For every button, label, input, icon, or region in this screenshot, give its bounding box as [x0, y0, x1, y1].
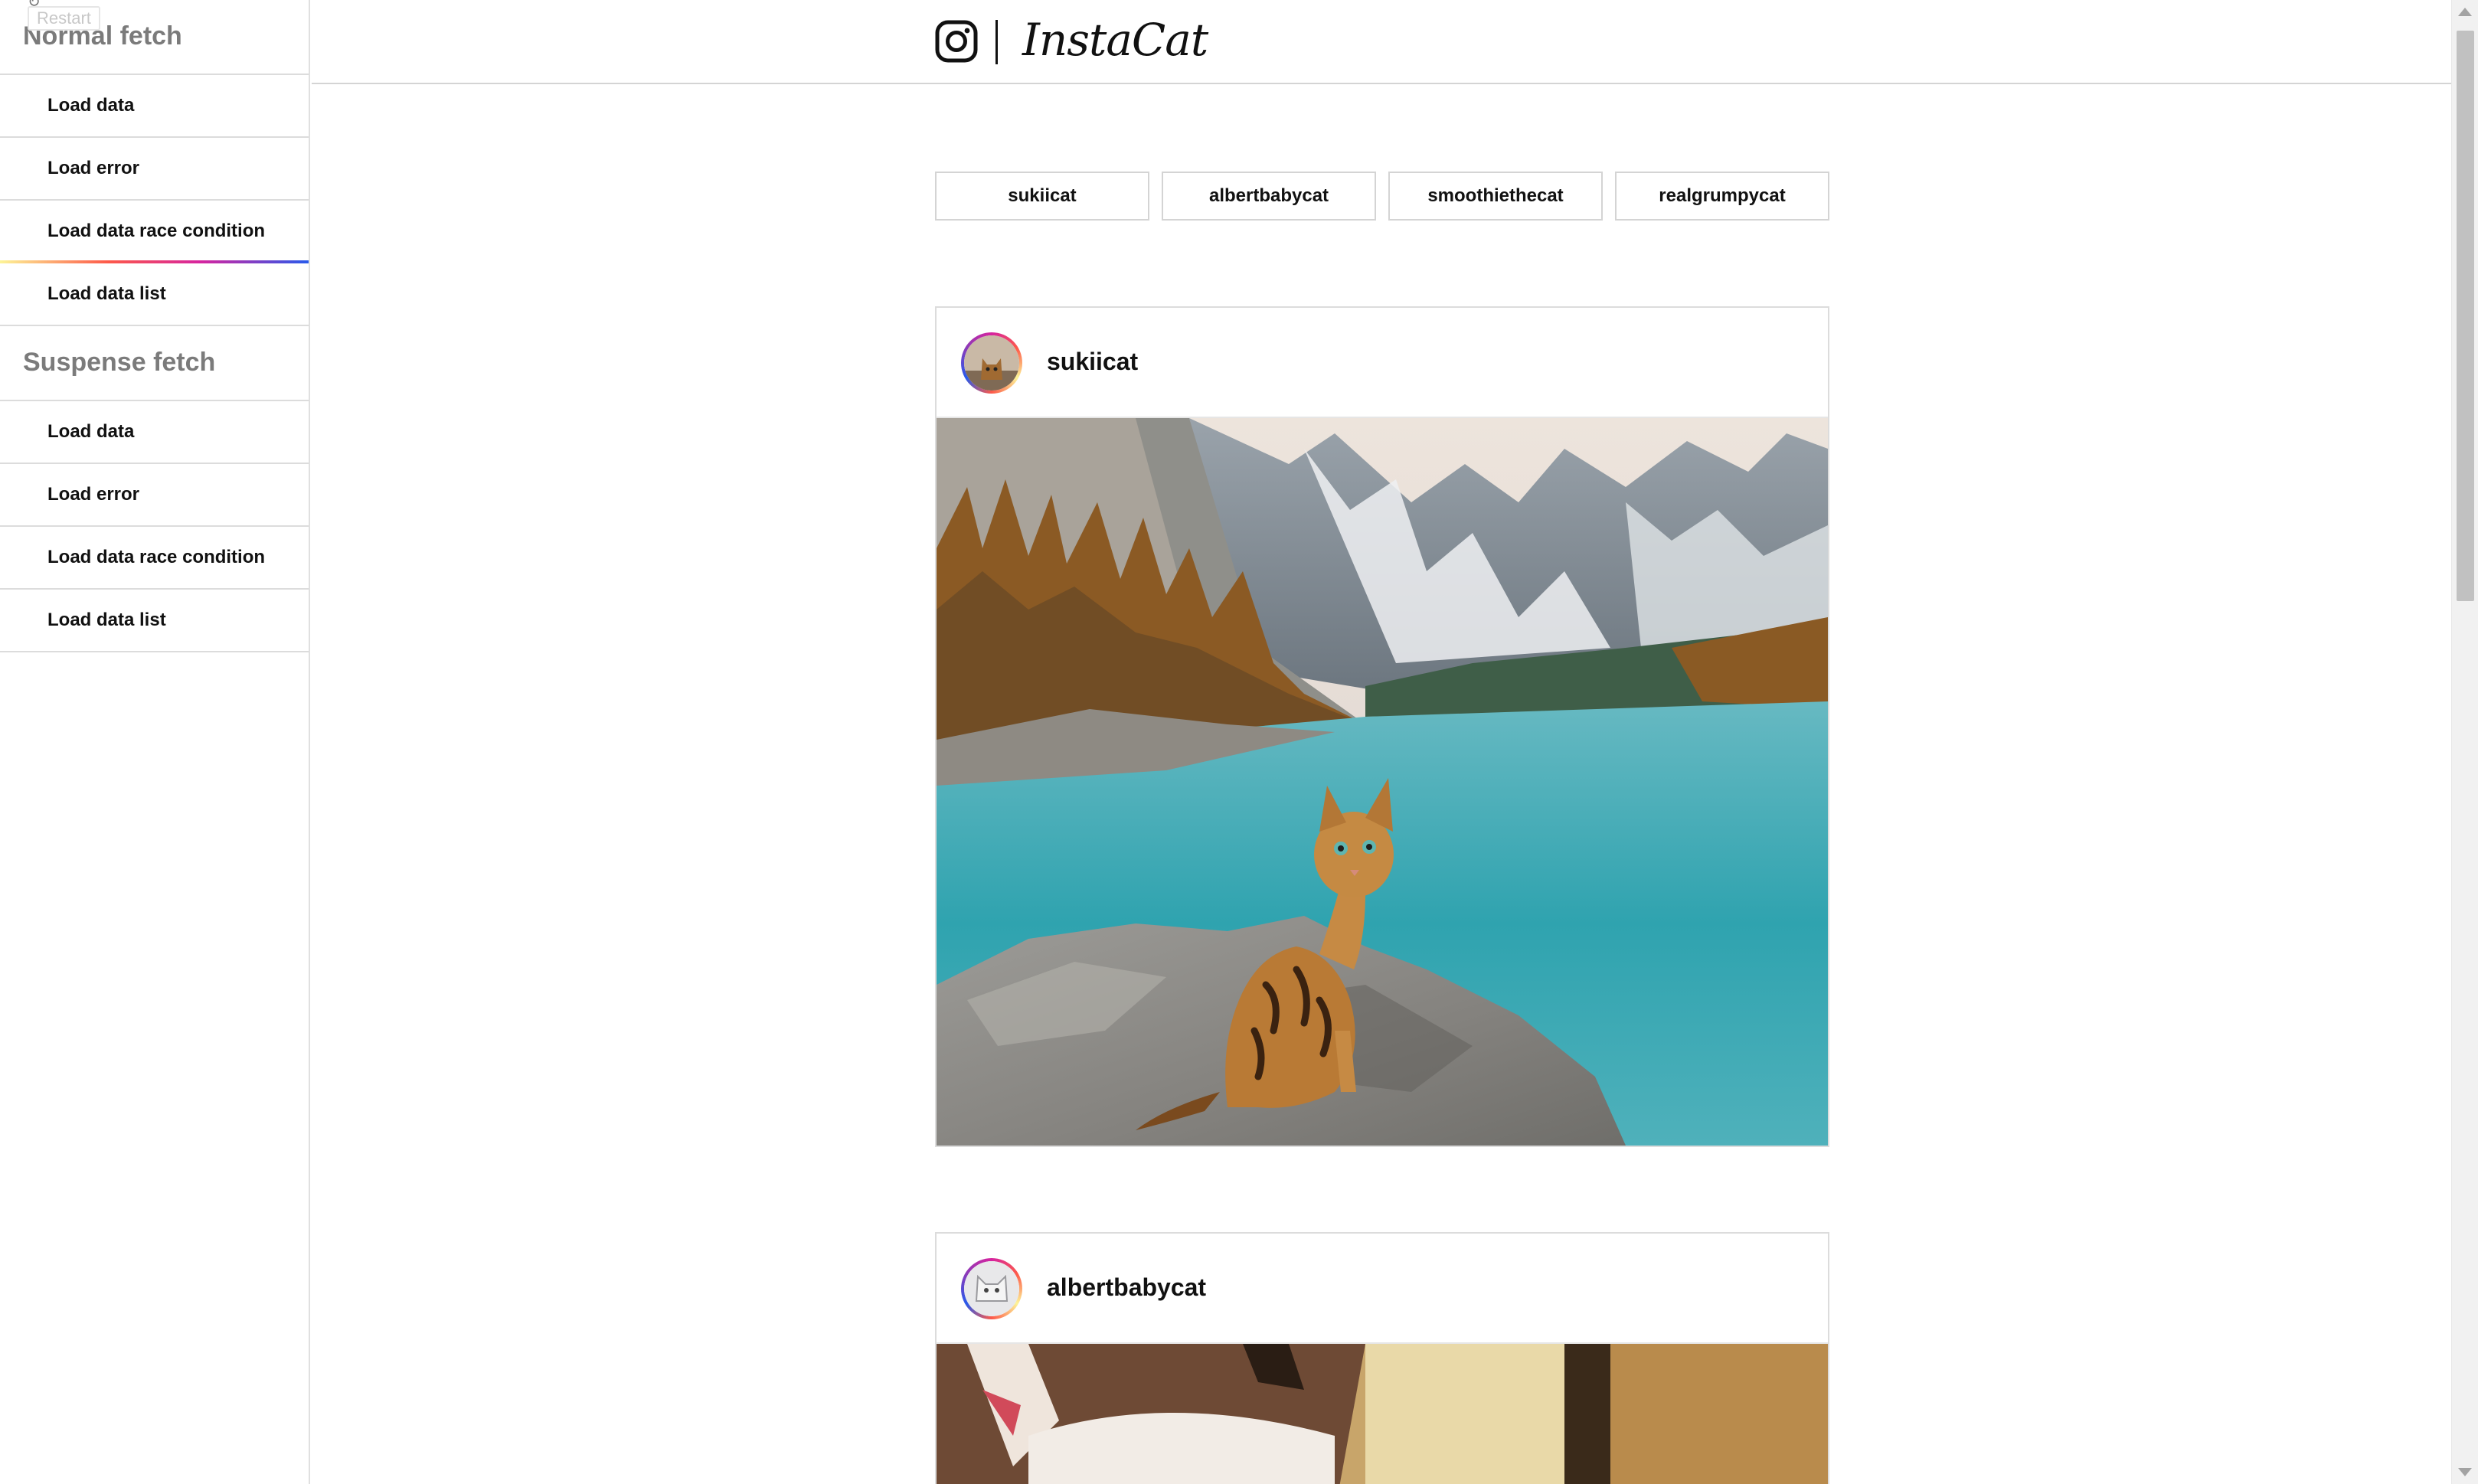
section-title-suspense-fetch: Suspense fetch — [0, 326, 309, 401]
menu-item-normal-load-error[interactable]: Load error — [0, 138, 309, 201]
menu-item-normal-load-data[interactable]: Load data — [0, 75, 309, 138]
brand-logo[interactable]: InstaCat — [1022, 14, 1208, 66]
menu-item-suspense-load-data-list[interactable]: Load data list — [0, 590, 309, 652]
filter-button-smoothiethecat[interactable]: smoothiethecat — [1388, 172, 1603, 221]
post-header: albertbabycat — [937, 1234, 1828, 1344]
brand-divider — [995, 20, 998, 64]
post-username[interactable]: albertbabycat — [1047, 1273, 1206, 1302]
post-image — [937, 418, 1828, 1146]
avatar[interactable] — [961, 1258, 1022, 1319]
menu-item-suspense-load-data-race-condition[interactable]: Load data race condition — [0, 527, 309, 590]
menu-item-normal-load-data-list[interactable]: Load data list — [0, 263, 309, 326]
post-header: sukiicat — [937, 308, 1828, 418]
scrollbar-thumb[interactable] — [2457, 31, 2474, 601]
scroll-down-icon[interactable] — [2458, 1468, 2472, 1476]
filter-button-sukiicat[interactable]: sukiicat — [935, 172, 1149, 221]
menu-item-suspense-load-error[interactable]: Load error — [0, 464, 309, 527]
instagram-icon[interactable] — [935, 20, 978, 63]
post-card: albertbabycat — [935, 1232, 1829, 1484]
restart-button[interactable]: Restart — [28, 6, 100, 31]
menu-item-normal-load-data-race-condition[interactable]: Load data race condition — [0, 201, 309, 263]
app-header: InstaCat — [312, 0, 2451, 84]
filter-button-albertbabycat[interactable]: albertbabycat — [1162, 172, 1376, 221]
filter-button-realgrumpycat[interactable]: realgrumpycat — [1615, 172, 1829, 221]
sidebar: ↻ Restart Normal fetch Load data Load er… — [0, 0, 310, 1484]
scroll-up-icon[interactable] — [2458, 8, 2472, 16]
page-scrollbar[interactable] — [2451, 0, 2478, 1484]
post-username[interactable]: sukiicat — [1047, 348, 1138, 376]
avatar[interactable] — [961, 332, 1022, 394]
post-card: sukiicat — [935, 306, 1829, 1147]
menu-item-suspense-load-data[interactable]: Load data — [0, 401, 309, 464]
post-image — [937, 1344, 1828, 1484]
